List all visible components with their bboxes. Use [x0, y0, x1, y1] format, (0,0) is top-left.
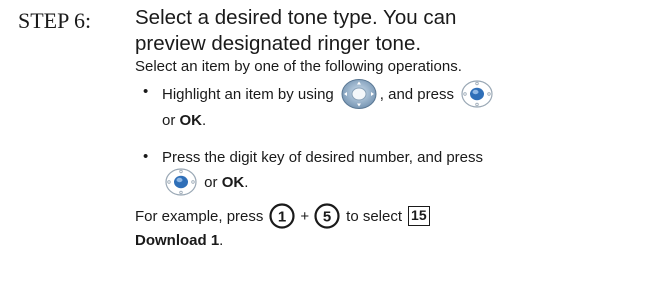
example-line-2: Download 1 . [135, 231, 223, 250]
bullet-symbol: • [143, 148, 149, 165]
item-number-badge: 15 [408, 206, 430, 226]
digit-key-5-icon: 5 [314, 203, 340, 229]
bullet-symbol: • [143, 83, 149, 100]
bullet-1-text-c-post: . [202, 112, 207, 129]
example-text-a: For example, press [135, 207, 264, 225]
plus-sign: + [300, 207, 310, 225]
bullet-1-text-a: Highlight an item by using [162, 85, 334, 103]
ok-key-label: OK [179, 112, 203, 129]
heading-line-2: preview designated ringer tone. [135, 32, 422, 55]
ok-key-label: OK [221, 173, 245, 191]
example-period: . [219, 232, 224, 249]
bullet-1-text-b: , and press [379, 85, 454, 103]
digit-key-5-label: 5 [323, 209, 331, 226]
step-label: STEP 6: [18, 8, 92, 33]
bullet-2-line-2: or OK . [164, 167, 248, 197]
item-name: Download 1 [135, 232, 220, 249]
bullet-1-text-c-pre: or [162, 112, 180, 129]
bullet-1-line-1: Highlight an item by using , and press [162, 78, 494, 110]
bullet-2-text-b-post: . [244, 173, 249, 191]
heading-line-1: Select a desired tone type. You can [135, 6, 457, 29]
bullet-2-text-b-pre: or [200, 173, 222, 191]
center-select-key-icon [164, 167, 198, 197]
bullet-2-line-1: Press the digit key of desired number, a… [162, 149, 484, 166]
example-text-b: to select [346, 207, 403, 225]
bullet-1-line-2: or OK . [162, 111, 206, 130]
digit-key-1-icon: 1 [269, 203, 295, 229]
center-select-key-icon [460, 79, 494, 109]
digit-key-1-label: 1 [278, 209, 286, 226]
example-line-1: For example, press 1 + 5 to select 15 [135, 203, 430, 229]
navigation-key-icon [340, 78, 378, 110]
step-heading: Select a desired tone type. You can prev… [135, 5, 645, 57]
intro-text: Select an item by one of the following o… [135, 58, 462, 75]
